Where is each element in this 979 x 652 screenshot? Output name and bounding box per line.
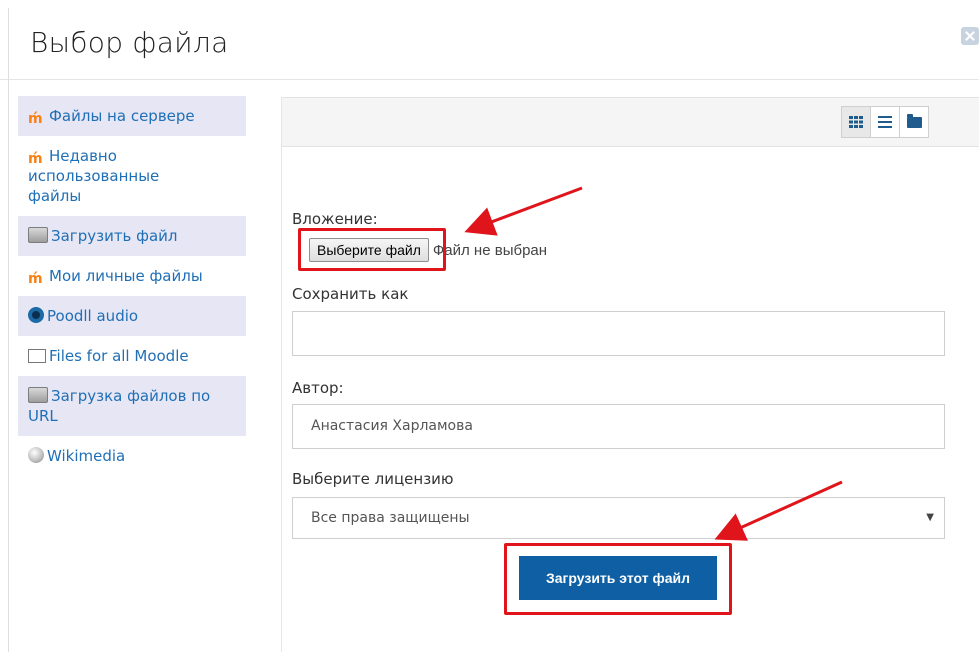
annotation-arrow-upload <box>714 480 843 541</box>
annotation-arrow-choose-file <box>464 186 583 236</box>
annotation-arrows <box>464 186 843 541</box>
